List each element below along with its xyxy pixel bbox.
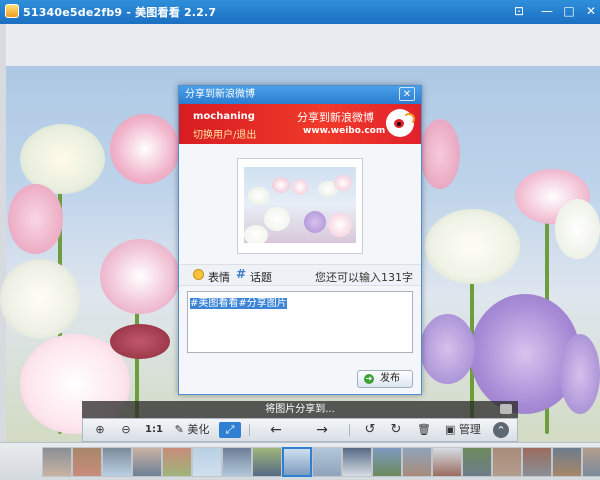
toolbar-divider	[349, 424, 350, 436]
purple-flower	[420, 314, 475, 384]
filmstrip-thumbnail[interactable]	[162, 447, 192, 477]
weibo-share-dialog: 分享到新浪微博 ✕ mochaning 切换用户/退出 分享到新浪微博 www.…	[178, 85, 422, 395]
close-window-button[interactable]: ✕	[582, 3, 600, 19]
manage-button[interactable]: ▣ 管理	[443, 422, 483, 438]
bud	[110, 324, 170, 359]
minimize-button[interactable]: —	[538, 3, 556, 19]
maximize-button[interactable]: □	[560, 3, 578, 19]
rotate-right-icon[interactable]: ↻	[387, 422, 405, 438]
filmstrip-thumbnail[interactable]	[402, 447, 432, 477]
next-image-icon[interactable]: →	[311, 422, 333, 438]
username: mochaning	[193, 111, 255, 122]
filmstrip-thumbnail[interactable]	[432, 447, 462, 477]
photo-left-margin	[0, 24, 6, 479]
weibo-logo-icon	[386, 109, 415, 137]
banner-url: www.weibo.com	[303, 126, 386, 136]
actual-size-button[interactable]: 1:1	[143, 422, 165, 438]
filmstrip-thumbnail[interactable]	[192, 447, 222, 477]
photo-top-margin	[0, 24, 600, 66]
message-text: #美图看看#分享图片	[190, 298, 287, 309]
status-text: 将图片分享到...	[265, 404, 335, 415]
filmstrip-thumbnail[interactable]	[342, 447, 372, 477]
fit-window-icon[interactable]: ⤢	[219, 422, 241, 438]
delete-icon[interactable]: 🗑	[415, 422, 433, 438]
dialog-title: 分享到新浪微博	[179, 86, 421, 104]
filmstrip-thumbnail[interactable]	[222, 447, 252, 477]
app-logo-icon	[5, 4, 19, 18]
filmstrip-thumbnail[interactable]	[372, 447, 402, 477]
filmstrip-thumbnail[interactable]	[132, 447, 162, 477]
filmstrip-thumbnail[interactable]	[102, 447, 132, 477]
hashtag-icon[interactable]: #	[236, 267, 246, 281]
white-flower	[0, 259, 80, 339]
previous-image-icon[interactable]: ←	[265, 422, 287, 438]
filmstrip-thumbnail[interactable]	[552, 447, 582, 477]
pink-flower	[8, 184, 63, 254]
rotate-left-icon[interactable]: ↺	[361, 422, 379, 438]
filmstrip-thumbnail[interactable]	[492, 447, 522, 477]
switch-user-link[interactable]: 切换用户/退出	[193, 126, 256, 141]
window-title: 51340e5de2fb9 - 美图看看 2.2.7	[23, 6, 217, 19]
banner-slogan: 分享到新浪微博	[297, 111, 374, 124]
arrow-right-icon: ➜	[364, 374, 374, 384]
filmstrip-thumbnail[interactable]	[312, 447, 342, 477]
publish-button[interactable]: ➜ 发布	[357, 370, 413, 388]
toolbar-divider	[249, 424, 250, 436]
pink-flower	[100, 239, 180, 314]
share-image-preview	[237, 158, 363, 254]
emoji-button[interactable]: 表情	[208, 269, 230, 285]
filmstrip-thumbnail[interactable]	[462, 447, 492, 477]
filmstrip-thumbnail[interactable]	[282, 447, 312, 477]
viewer-toolbar: ⊕ ⊖ 1:1 ✎ 美化 ⤢ ← → ↺ ↻ 🗑 ▣ 管理 ⌃	[82, 418, 518, 442]
filmstrip-thumbnail[interactable]	[582, 447, 600, 477]
topic-button[interactable]: 话题	[250, 269, 272, 285]
filmstrip-thumbnail[interactable]	[252, 447, 282, 477]
zoom-out-icon[interactable]: ⊖	[117, 422, 135, 438]
zoom-in-icon[interactable]: ⊕	[91, 422, 109, 438]
filmstrip-thumbnail[interactable]	[42, 447, 72, 477]
filmstrip-thumbnail[interactable]	[72, 447, 102, 477]
compact-mode-button[interactable]: ⊡	[510, 3, 528, 19]
filmstrip-thumbnail[interactable]	[522, 447, 552, 477]
camera-icon[interactable]	[500, 404, 512, 414]
weibo-banner: mochaning 切换用户/退出 分享到新浪微博 www.weibo.com	[179, 104, 421, 144]
purple-flower	[560, 334, 600, 414]
smiley-icon[interactable]	[193, 269, 204, 280]
message-input[interactable]: #美图看看#分享图片	[187, 291, 413, 353]
dialog-close-button[interactable]: ✕	[399, 87, 415, 101]
thumbnail-filmstrip	[0, 442, 600, 480]
pink-flower	[110, 114, 180, 184]
pink-flower	[420, 119, 460, 189]
char-remaining: 您还可以输入131字	[315, 271, 413, 284]
white-flower	[425, 209, 520, 284]
preview-image	[244, 167, 356, 243]
compose-toolbar: 表情 # 话题 您还可以输入131字	[179, 264, 421, 286]
publish-label: 发布	[380, 373, 400, 384]
beautify-button[interactable]: ✎ 美化	[173, 422, 211, 438]
collapse-toolbar-icon[interactable]: ⌃	[493, 422, 509, 438]
white-flower	[555, 199, 600, 259]
title-bar: 51340e5de2fb9 - 美图看看 2.2.7 ⊡ — □ ✕	[0, 0, 600, 24]
status-bar: 将图片分享到...	[82, 401, 518, 418]
